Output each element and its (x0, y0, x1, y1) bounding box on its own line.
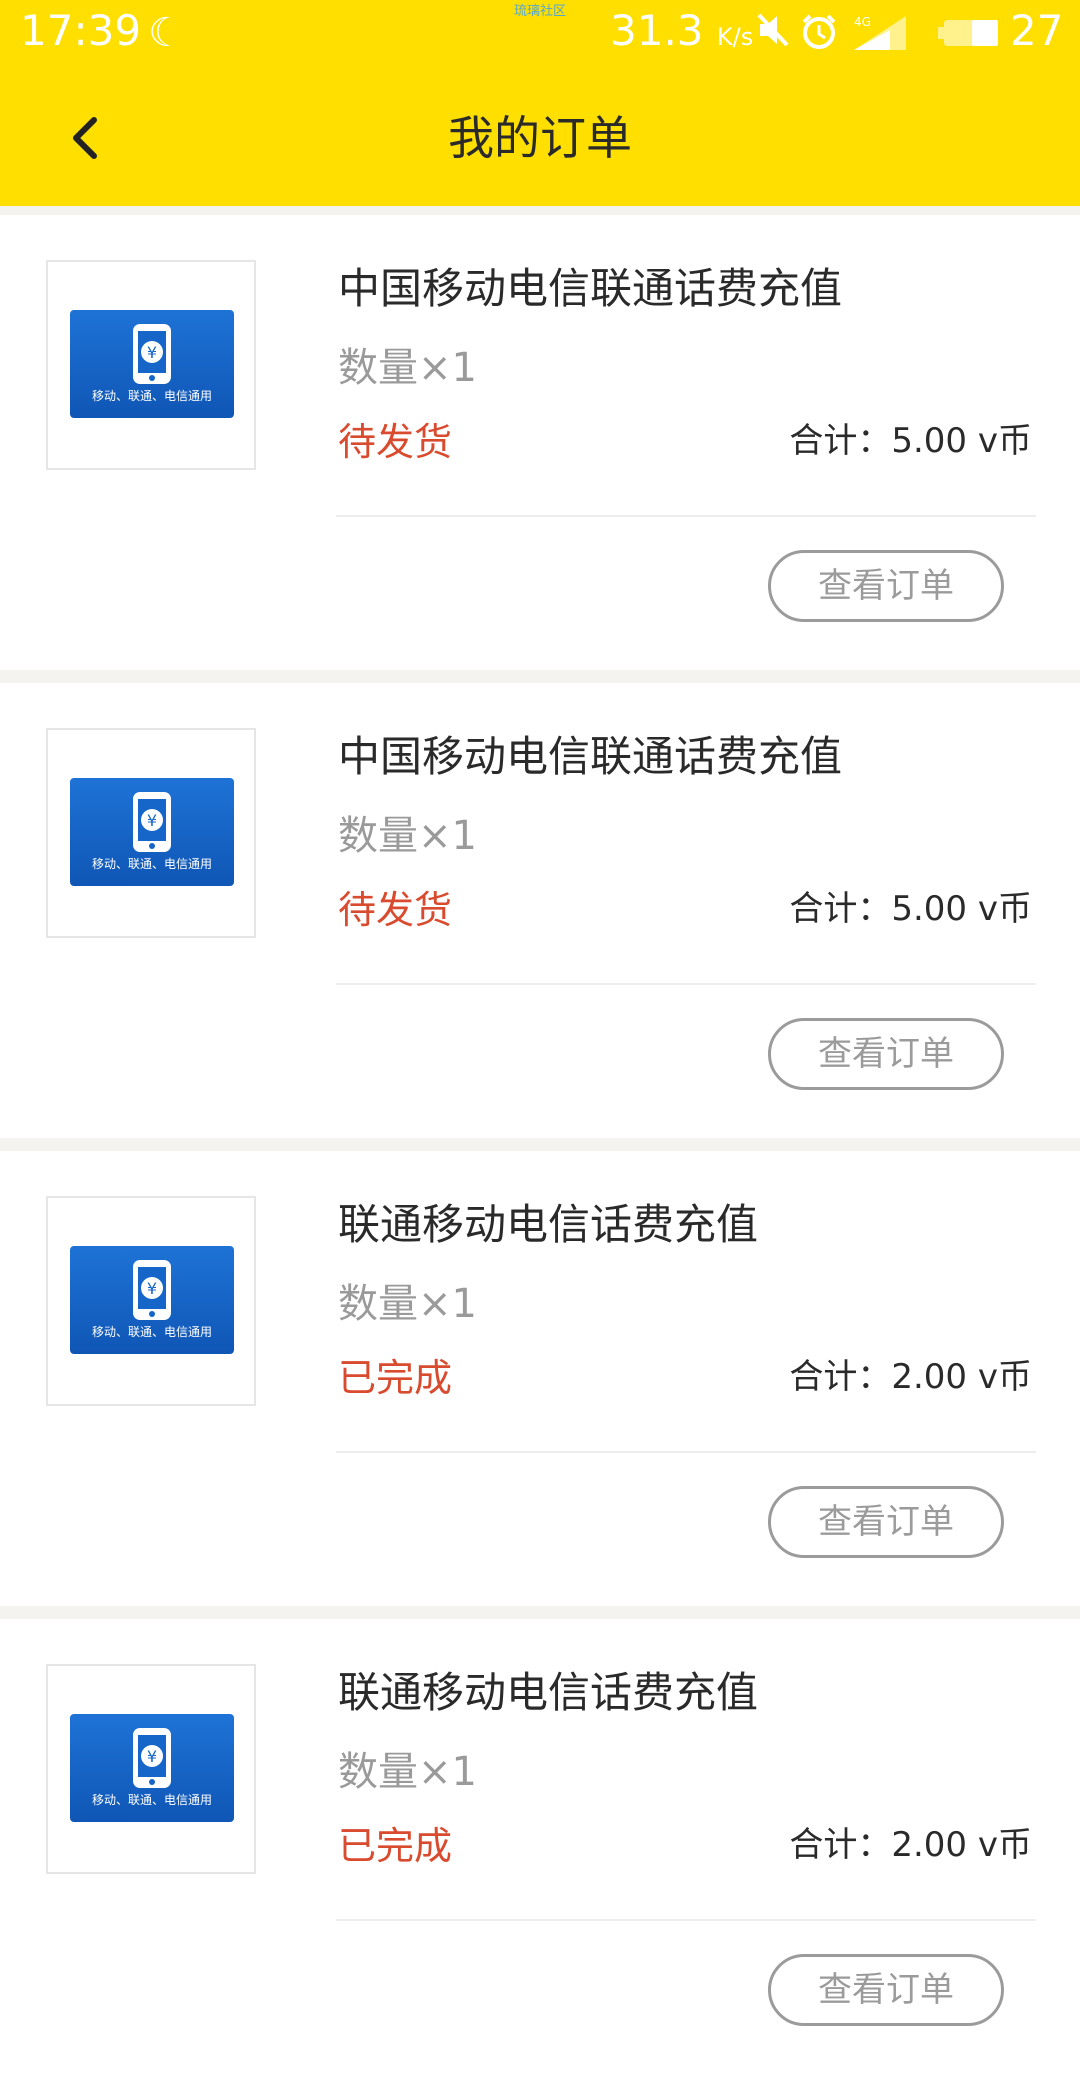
svg-text:¥: ¥ (147, 1279, 157, 1298)
svg-text:¥: ¥ (147, 343, 157, 362)
quantity-label: 数量×1 (338, 1281, 477, 1327)
status-bar: 17:39 ☾ 琉璃社区 31.3 K/s 4G 27 (0, 0, 1080, 66)
recharge-card-image: ¥ 移动、联通、电信通用 (70, 1246, 234, 1354)
battery-level: 27 (1010, 6, 1064, 55)
order-total: 合计：5.00 v币 (789, 889, 1032, 929)
product-name: 联通移动电信话费充值 (338, 1200, 759, 1249)
order-item[interactable]: ¥ 移动、联通、电信通用 中国移动电信联通话费充值 数量×1 待发货 合计：5.… (0, 683, 1080, 1138)
quantity-label: 数量×1 (338, 813, 477, 859)
order-status: 待发货 (338, 420, 453, 464)
order-item[interactable]: ¥ 移动、联通、电信通用 中国移动电信联通话费充值 数量×1 待发货 合计：5.… (0, 215, 1080, 670)
recharge-card-image: ¥ 移动、联通、电信通用 (70, 778, 234, 886)
view-order-button[interactable]: 查看订单 (768, 1486, 1004, 1558)
product-name: 中国移动电信联通话费充值 (338, 732, 843, 781)
view-order-button[interactable]: 查看订单 (768, 1954, 1004, 2026)
app-header: 17:39 ☾ 琉璃社区 31.3 K/s 4G 27 我的订单 (0, 0, 1080, 206)
product-name: 中国移动电信联通话费充值 (338, 264, 843, 313)
phone-yuan-icon: ¥ (133, 1728, 171, 1788)
divider (336, 1919, 1036, 1921)
order-item[interactable]: ¥ 移动、联通、电信通用 联通移动电信话费充值 数量×1 已完成 合计：2.00… (0, 1619, 1080, 2074)
network-speed-value: 31.3 (610, 6, 704, 55)
divider (336, 983, 1036, 985)
order-total: 合计：2.00 v币 (789, 1825, 1032, 1865)
view-order-button[interactable]: 查看订单 (768, 550, 1004, 622)
product-thumbnail[interactable]: ¥ 移动、联通、电信通用 (46, 1664, 256, 1874)
moon-icon: ☾ (148, 10, 184, 56)
nav-bar: 我的订单 (0, 66, 1080, 206)
svg-text:¥: ¥ (147, 1747, 157, 1766)
watermark-text: 琉璃社区 (514, 4, 567, 19)
card-caption: 移动、联通、电信通用 (91, 1793, 212, 1807)
product-thumbnail[interactable]: ¥ 移动、联通、电信通用 (46, 260, 256, 470)
network-speed-unit: K/s (716, 23, 754, 51)
recharge-card-image: ¥ 移动、联通、电信通用 (70, 310, 234, 418)
order-status: 待发货 (338, 888, 453, 932)
order-status: 已完成 (338, 1356, 453, 1400)
page-title: 我的订单 (448, 111, 632, 165)
svg-text:¥: ¥ (147, 811, 157, 830)
card-caption: 移动、联通、电信通用 (91, 1325, 212, 1339)
mute-icon (756, 12, 790, 52)
quantity-label: 数量×1 (338, 1749, 477, 1795)
phone-yuan-icon: ¥ (133, 1260, 171, 1320)
network-speed: 31.3 K/s (610, 6, 753, 55)
signal-label: 4G (854, 15, 871, 29)
order-total: 合计：5.00 v币 (789, 421, 1032, 461)
product-thumbnail[interactable]: ¥ 移动、联通、电信通用 (46, 728, 256, 938)
alarm-icon (800, 12, 838, 54)
order-total: 合计：2.00 v币 (789, 1357, 1032, 1397)
recharge-card-image: ¥ 移动、联通、电信通用 (70, 1714, 234, 1822)
divider (336, 515, 1036, 517)
phone-yuan-icon: ¥ (133, 324, 171, 384)
view-order-button[interactable]: 查看订单 (768, 1018, 1004, 1090)
status-time: 17:39 (20, 6, 142, 55)
signal-icon: 4G (852, 14, 908, 54)
quantity-label: 数量×1 (338, 345, 477, 391)
product-thumbnail[interactable]: ¥ 移动、联通、电信通用 (46, 1196, 256, 1406)
card-caption: 移动、联通、电信通用 (91, 389, 212, 403)
battery-icon (936, 18, 1000, 52)
card-caption: 移动、联通、电信通用 (91, 857, 212, 871)
product-name: 联通移动电信话费充值 (338, 1668, 759, 1717)
order-status: 已完成 (338, 1824, 453, 1868)
divider (336, 1451, 1036, 1453)
order-item[interactable]: ¥ 移动、联通、电信通用 联通移动电信话费充值 数量×1 已完成 合计：2.00… (0, 1151, 1080, 1606)
phone-yuan-icon: ¥ (133, 792, 171, 852)
